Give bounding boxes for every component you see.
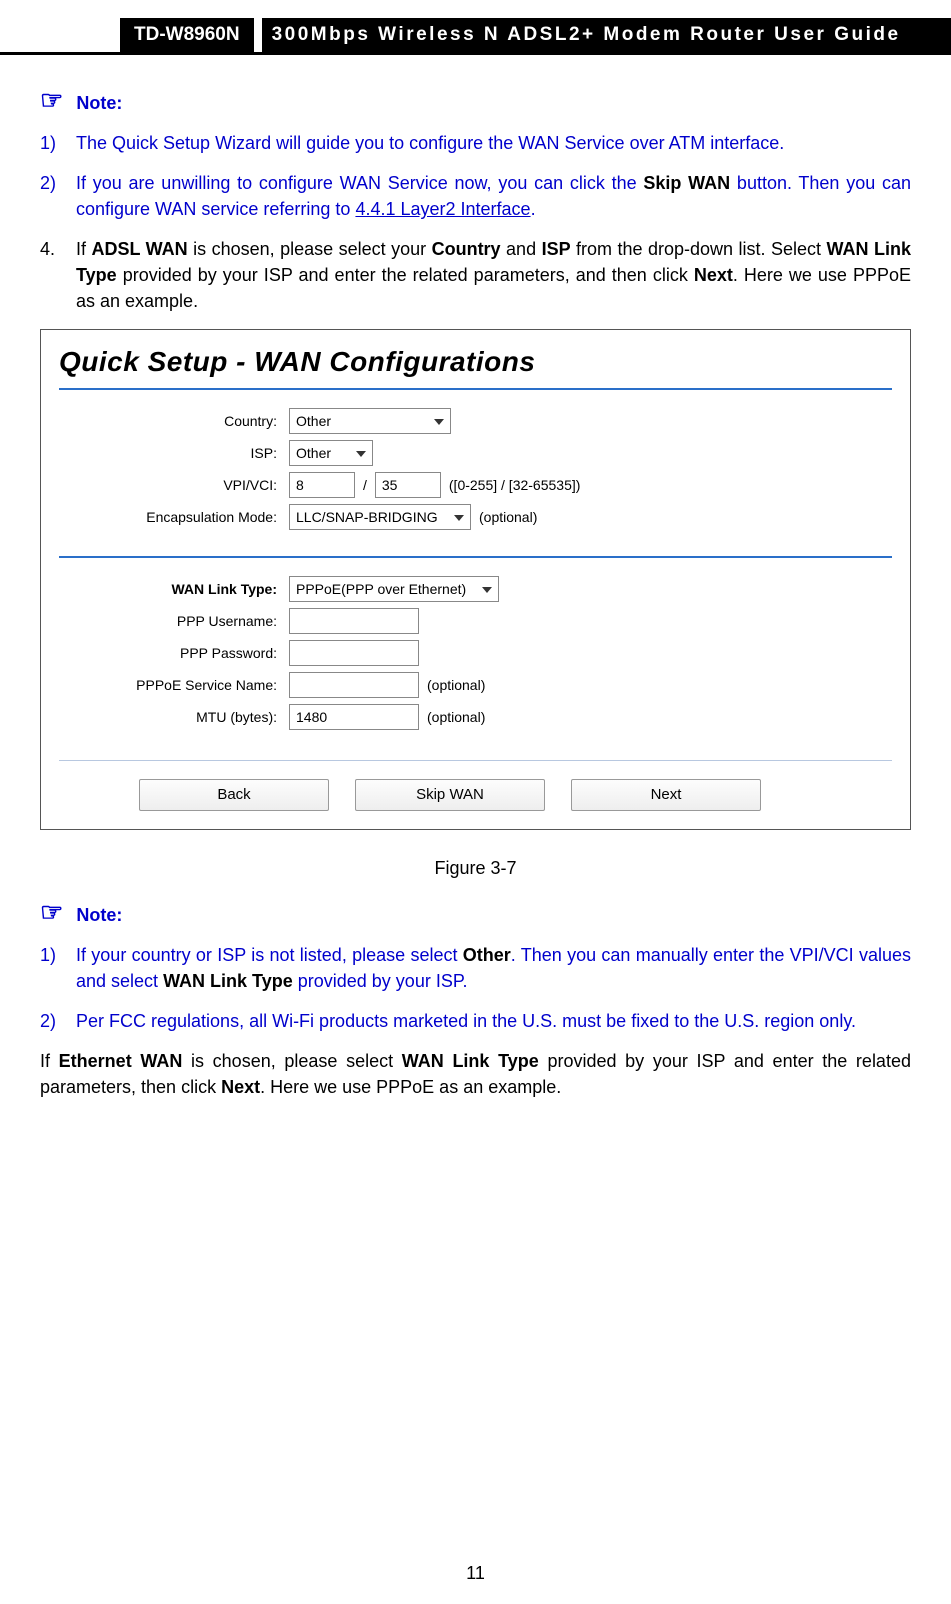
next-bold: Next (221, 1077, 260, 1097)
skip-wan-bold: Skip WAN (643, 173, 730, 193)
divider (59, 388, 892, 390)
divider (59, 760, 892, 761)
adsl-wan-bold: ADSL WAN (91, 239, 187, 259)
list-marker: 2) (40, 170, 76, 222)
layer2-interface-link[interactable]: 4.4.1 Layer2 Interface (355, 199, 530, 219)
pointing-hand-icon: ☞ (40, 897, 63, 927)
eth-text: If (40, 1051, 59, 1071)
mtu-label: MTU (bytes): (59, 709, 289, 725)
step4-text: and (501, 239, 542, 259)
ethernet-paragraph: If Ethernet WAN is chosen, please select… (40, 1048, 911, 1100)
step-4: 4. If ADSL WAN is chosen, please select … (40, 236, 911, 314)
step4-text: provided by your ISP and enter the relat… (117, 265, 694, 285)
eth-text: . Here we use PPPoE as an example. (260, 1077, 561, 1097)
divider (59, 556, 892, 558)
note2-item-1: 1) If your country or ISP is not listed,… (40, 942, 911, 994)
vci-input[interactable] (375, 472, 441, 498)
note-label: Note: (76, 93, 122, 113)
doc-title: 300Mbps Wireless N ADSL2+ Modem Router U… (262, 18, 951, 52)
pointing-hand-icon: ☞ (40, 85, 63, 115)
figure-caption: Figure 3-7 (40, 858, 911, 879)
model-badge: TD-W8960N (120, 18, 254, 52)
country-label: Country: (59, 413, 289, 429)
note1-text-2c: . (531, 199, 536, 219)
isp-bold: ISP (542, 239, 571, 259)
optional-text: (optional) (427, 709, 485, 725)
vpi-vci-label: VPI/VCI: (59, 477, 289, 493)
vpi-input[interactable] (289, 472, 355, 498)
back-button[interactable]: Back (139, 779, 329, 811)
figure-title: Quick Setup - WAN Configurations (59, 346, 892, 378)
note1-item-1: 1) The Quick Setup Wizard will guide you… (40, 130, 911, 156)
note1-text-1: The Quick Setup Wizard will guide you to… (76, 130, 911, 156)
note-list-1: 1) The Quick Setup Wizard will guide you… (40, 130, 911, 222)
ppp-username-input[interactable] (289, 608, 419, 634)
list-marker: 2) (40, 1008, 76, 1034)
note1-item-2: 2) If you are unwilling to configure WAN… (40, 170, 911, 222)
list-marker: 1) (40, 942, 76, 994)
optional-text: (optional) (427, 677, 485, 693)
pppoe-service-name-input[interactable] (289, 672, 419, 698)
doc-header: TD-W8960N 300Mbps Wireless N ADSL2+ Mode… (0, 0, 951, 55)
slash-separator: / (363, 477, 367, 493)
note1-text-2a: If you are unwilling to configure WAN Se… (76, 173, 643, 193)
list-marker: 1) (40, 130, 76, 156)
isp-label: ISP: (59, 445, 289, 461)
wan-link-type-select[interactable]: PPPoE(PPP over Ethernet) (289, 576, 499, 602)
note2-text: provided by your ISP. (293, 971, 468, 991)
note2-text: If your country or ISP is not listed, pl… (76, 945, 463, 965)
wan-link-type-label: WAN Link Type: (171, 581, 277, 597)
skip-wan-button[interactable]: Skip WAN (355, 779, 545, 811)
note-heading-2: ☞ Note: (40, 897, 911, 928)
pppoe-service-name-label: PPPoE Service Name: (59, 677, 289, 693)
ppp-password-input[interactable] (289, 640, 419, 666)
ethernet-wan-bold: Ethernet WAN (59, 1051, 183, 1071)
wan-link-type-bold: WAN Link Type (163, 971, 293, 991)
note-list-2: 1) If your country or ISP is not listed,… (40, 942, 911, 1034)
vpi-range-text: ([0-255] / [32-65535]) (449, 477, 581, 493)
country-select[interactable]: Other (289, 408, 451, 434)
next-button[interactable]: Next (571, 779, 761, 811)
ppp-username-label: PPP Username: (59, 613, 289, 629)
note2-item-2: 2) Per FCC regulations, all Wi-Fi produc… (40, 1008, 911, 1034)
note2-text-2: Per FCC regulations, all Wi-Fi products … (76, 1008, 911, 1034)
figure-3-7-box: Quick Setup - WAN Configurations Country… (40, 329, 911, 830)
encap-select[interactable]: LLC/SNAP-BRIDGING (289, 504, 471, 530)
eth-text: is chosen, please select (182, 1051, 401, 1071)
isp-select[interactable]: Other (289, 440, 373, 466)
step4-text: If (76, 239, 91, 259)
other-bold: Other (463, 945, 511, 965)
page-number: 11 (0, 1563, 951, 1584)
next-bold: Next (694, 265, 733, 285)
wan-link-type-bold: WAN Link Type (402, 1051, 539, 1071)
note-heading: ☞ Note: (40, 85, 911, 116)
ppp-password-label: PPP Password: (59, 645, 289, 661)
note-label: Note: (76, 905, 122, 925)
country-bold: Country (432, 239, 501, 259)
step-number: 4. (40, 236, 76, 314)
mtu-input[interactable] (289, 704, 419, 730)
step4-text: is chosen, please select your (188, 239, 432, 259)
encap-label: Encapsulation Mode: (59, 509, 289, 525)
step4-text: from the drop-down list. Select (571, 239, 827, 259)
optional-text: (optional) (479, 509, 537, 525)
